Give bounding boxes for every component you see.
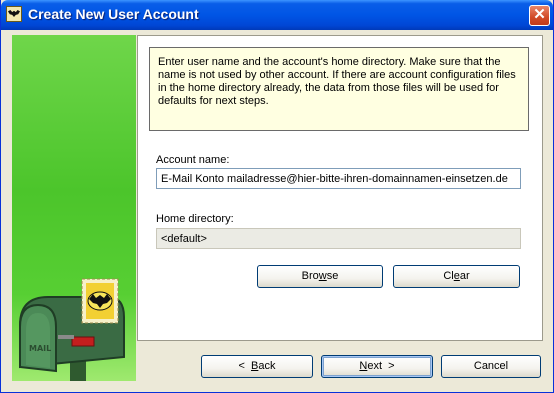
window-title: Create New User Account — [28, 6, 199, 22]
the-bat-icon — [6, 6, 22, 22]
info-box: Enter user name and the account's home d… — [149, 47, 529, 131]
home-directory-input[interactable] — [156, 228, 521, 249]
next-button[interactable]: Next > — [321, 355, 433, 378]
home-directory-label: Home directory: — [156, 213, 234, 225]
content-panel: Enter user name and the account's home d… — [137, 35, 543, 341]
dialog-window: Create New User Account ✕ MAIL Enter use… — [0, 0, 554, 393]
mailbox-label: MAIL — [29, 344, 51, 353]
browse-button[interactable]: Browse — [257, 265, 383, 288]
cancel-button[interactable]: Cancel — [441, 355, 541, 378]
clear-button[interactable]: Clear — [393, 265, 520, 288]
sidebar-image: MAIL — [12, 35, 136, 381]
dialog-client: MAIL Enter user name and the account's h… — [6, 30, 548, 387]
bat-stamp-icon — [81, 278, 119, 324]
close-button[interactable]: ✕ — [529, 5, 550, 26]
back-button[interactable]: < Back — [201, 355, 313, 378]
account-name-label: Account name: — [156, 154, 230, 166]
title-bar[interactable]: Create New User Account ✕ — [1, 0, 553, 30]
account-name-input[interactable] — [156, 168, 521, 189]
mailbox-illustration: MAIL — [19, 278, 125, 381]
